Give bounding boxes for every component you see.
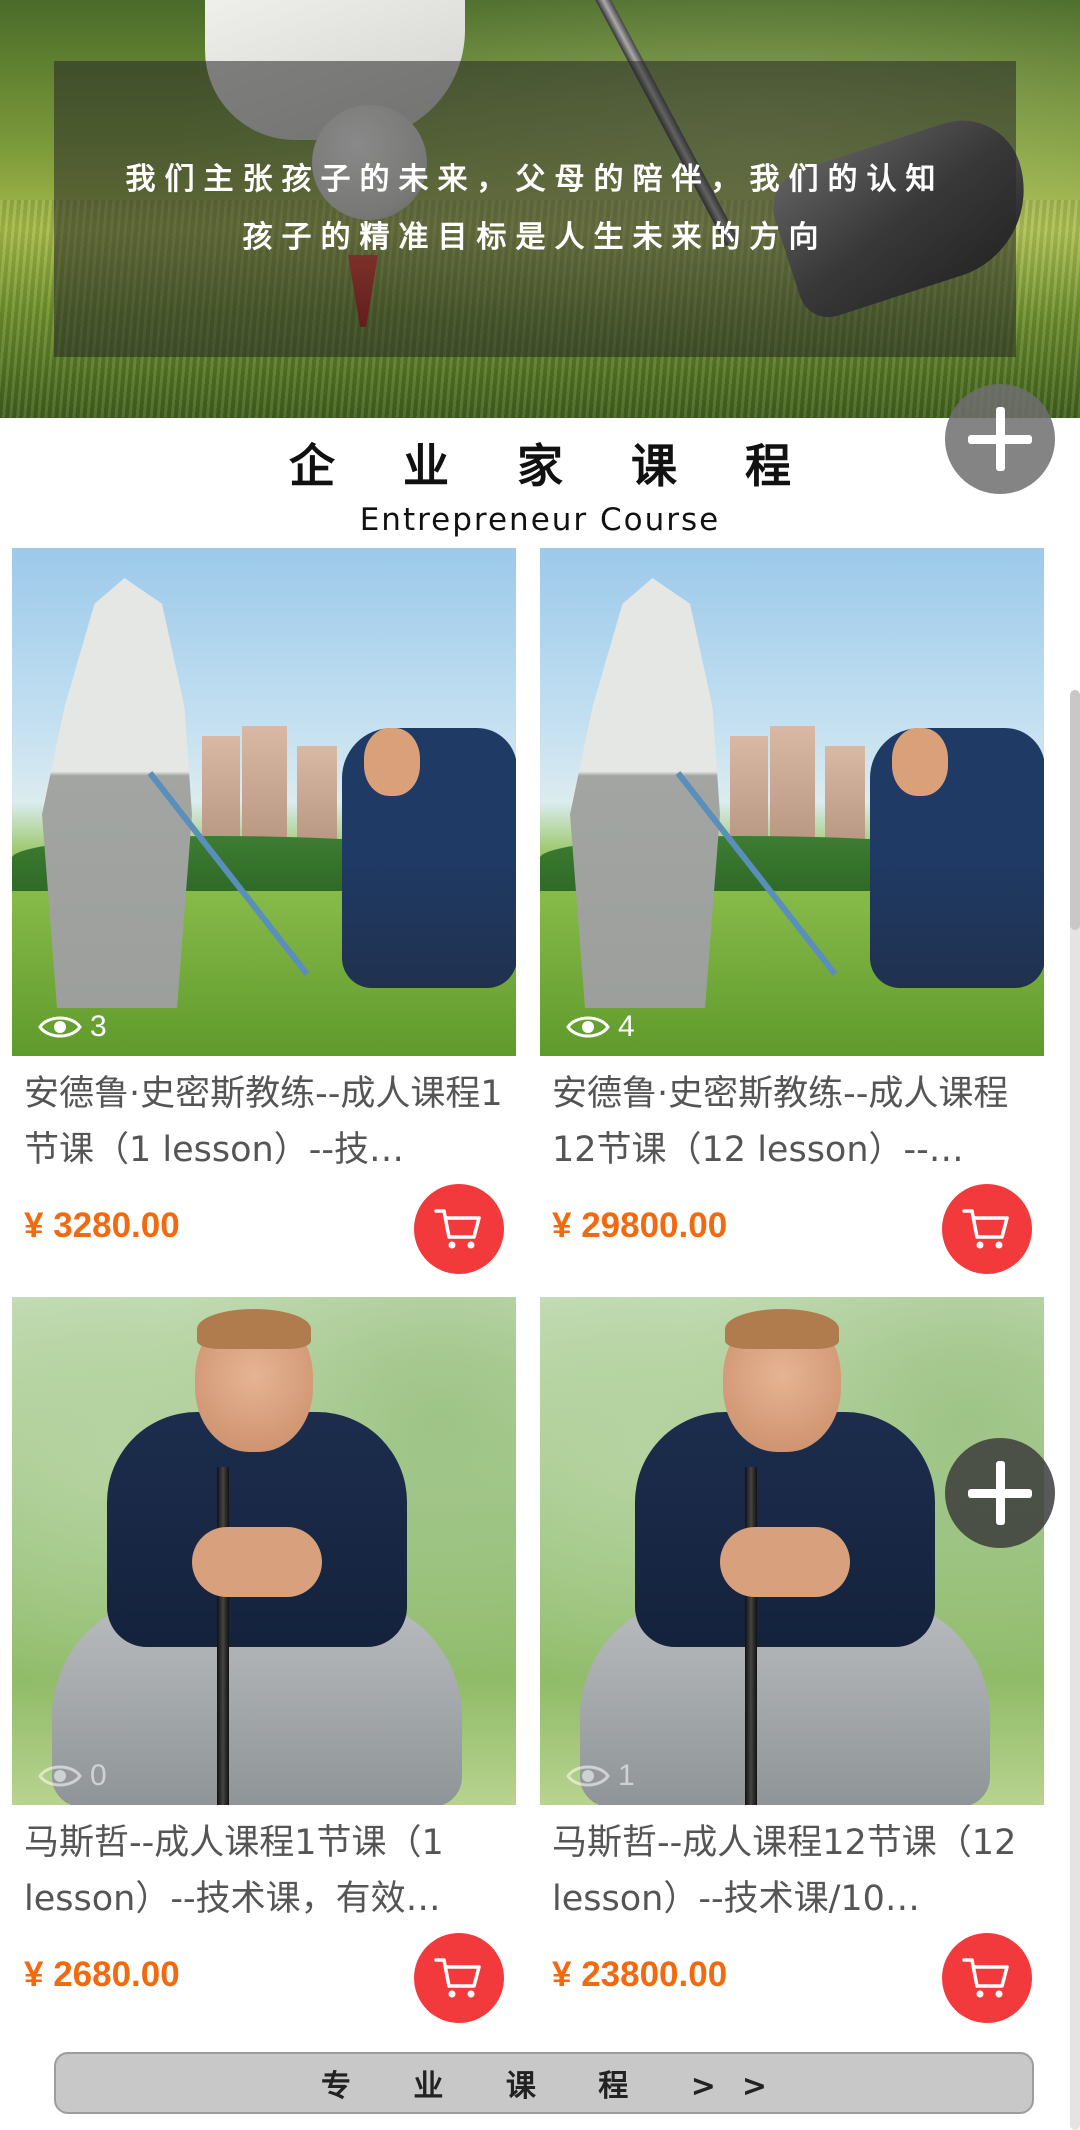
add-to-cart-button[interactable]	[942, 1933, 1032, 2023]
view-count-value: 0	[90, 1759, 107, 1792]
section-title-en: Entrepreneur Course	[359, 502, 721, 538]
product-price: ¥ 29800.00	[552, 1206, 728, 1245]
cart-icon	[962, 1209, 1009, 1249]
product-price: ¥ 3280.00	[24, 1206, 180, 1245]
building-shape	[730, 736, 768, 846]
more-courses-button[interactable]: 专 业 课 程 >>	[54, 2052, 1034, 2114]
coach-head	[364, 728, 420, 796]
building-shape	[825, 746, 865, 846]
product-image[interactable]: 1	[540, 1297, 1044, 1805]
building-shape	[202, 736, 240, 846]
more-courses-label: 专 业 课 程 >>	[320, 2069, 794, 2104]
cart-icon	[962, 1958, 1009, 1998]
golf-club-shape	[217, 1467, 229, 1805]
view-count-value: 4	[618, 1010, 635, 1043]
add-to-cart-button[interactable]	[414, 1933, 504, 2023]
product-title[interactable]: 安德鲁·史密斯教练--成人课程12节课（12 lesson）--…	[552, 1066, 1032, 1178]
coach-hair	[197, 1309, 311, 1349]
add-to-cart-button[interactable]	[942, 1184, 1032, 1274]
plus-icon[interactable]	[945, 1438, 1055, 1548]
building-shape	[770, 726, 815, 846]
product-image[interactable]: 4	[540, 548, 1044, 1056]
building-shape	[242, 726, 287, 846]
golf-club-shape	[745, 1467, 757, 1805]
product-card[interactable]: 0 马斯哲--成人课程1节课（1 lesson）--技术课，有效… ¥ 2680…	[12, 1297, 516, 2023]
building-shape	[297, 746, 337, 846]
cart-icon	[434, 1209, 481, 1249]
section-header: 企 业 家 课 程 Entrepreneur Course	[0, 430, 1080, 538]
product-card[interactable]: 3 安德鲁·史密斯教练--成人课程1节课（1 lesson）--技… ¥ 328…	[12, 548, 516, 1274]
coach-head	[892, 728, 948, 796]
hero-line-2: 孩子的精准目标是人生未来的方向	[242, 220, 828, 255]
view-count: 0	[38, 1759, 107, 1793]
view-count: 4	[566, 1010, 635, 1044]
product-title[interactable]: 马斯哲--成人课程12节课（12 lesson）--技术课/10…	[552, 1815, 1032, 1927]
view-count-value: 3	[90, 1010, 107, 1043]
product-title[interactable]: 安德鲁·史密斯教练--成人课程1节课（1 lesson）--技…	[24, 1066, 504, 1178]
view-count-value: 1	[618, 1759, 635, 1792]
product-card[interactable]: 1 马斯哲--成人课程12节课（12 lesson）--技术课/10… ¥ 23…	[540, 1297, 1044, 2023]
coach-hair	[725, 1309, 839, 1349]
eye-icon	[38, 1016, 82, 1038]
product-title[interactable]: 马斯哲--成人课程1节课（1 lesson）--技术课，有效…	[24, 1815, 504, 1927]
eye-icon	[38, 1765, 82, 1787]
coach-hands	[192, 1527, 322, 1597]
view-count: 3	[38, 1010, 107, 1044]
hero-text-overlay: 我们主张孩子的未来，父母的陪伴，我们的认知 孩子的精准目标是人生未来的方向	[54, 61, 1016, 357]
product-card[interactable]: 4 安德鲁·史密斯教练--成人课程12节课（12 lesson）--… ¥ 29…	[540, 548, 1044, 1274]
eye-icon	[566, 1765, 610, 1787]
product-price: ¥ 23800.00	[552, 1955, 728, 1994]
add-to-cart-button[interactable]	[414, 1184, 504, 1274]
coach-hands	[720, 1527, 850, 1597]
hero-line-1: 我们主张孩子的未来，父母的陪伴，我们的认知	[125, 162, 945, 197]
hero-banner: 我们主张孩子的未来，父母的陪伴，我们的认知 孩子的精准目标是人生未来的方向	[0, 0, 1080, 418]
view-count: 1	[566, 1759, 635, 1793]
product-price: ¥ 2680.00	[24, 1955, 180, 1994]
eye-icon	[566, 1016, 610, 1038]
product-image[interactable]: 0	[12, 1297, 516, 1805]
cart-icon	[434, 1958, 481, 1998]
scrollbar-thumb[interactable]	[1070, 690, 1080, 930]
section-title-cn: 企 业 家 课 程	[288, 439, 818, 493]
product-image[interactable]: 3	[12, 548, 516, 1056]
